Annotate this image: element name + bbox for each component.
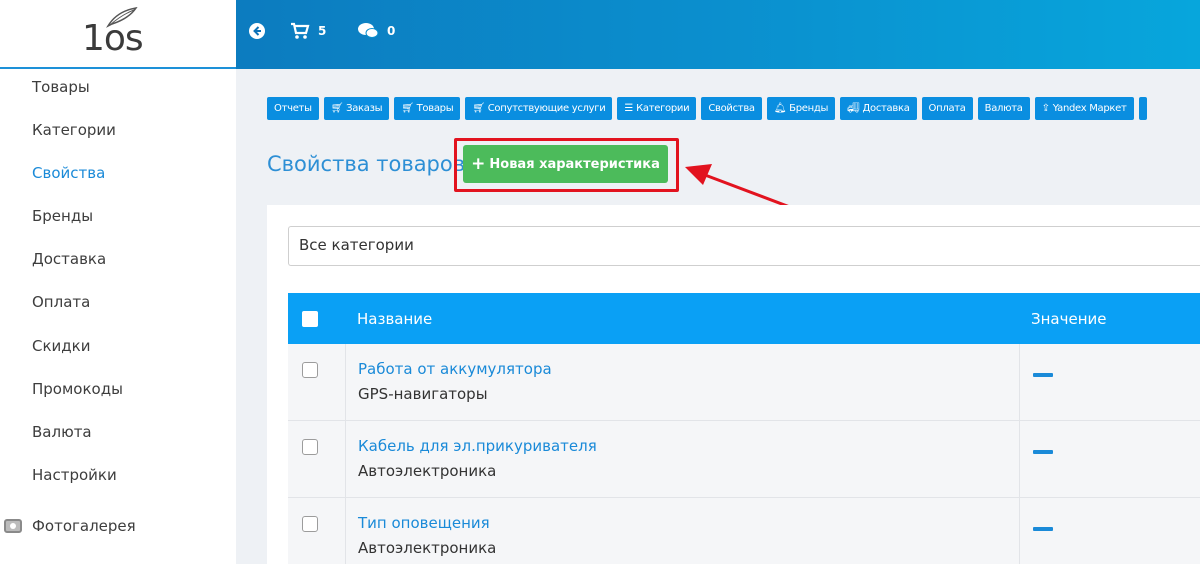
nav-orders-button[interactable]: 🛒︎ Заказы [323, 97, 390, 120]
property-value [1033, 527, 1053, 531]
property-name-link[interactable]: Тип оповещения [358, 514, 490, 532]
table-row: Работа от аккумулятора GPS-навигаторы [288, 344, 1200, 421]
cart-icon: 🛒︎ [401, 103, 414, 114]
page-title: Свойства товаров [267, 152, 466, 176]
cart-icon: 🛒︎ [330, 103, 344, 114]
messages-button[interactable]: 0 [357, 22, 395, 40]
nav-more-button[interactable] [1138, 97, 1147, 120]
nav-products-button[interactable]: 🛒︎ Товары [394, 97, 461, 120]
nav-services-button[interactable]: 🛒︎ Сопутствующие услуги [465, 97, 613, 120]
row-checkbox[interactable] [302, 439, 318, 455]
nav-delivery-button[interactable]: 🚚︎ Доставка [840, 97, 917, 120]
camera-icon [4, 519, 22, 533]
table-row: Тип оповещения Автоэлектроника [288, 498, 1200, 564]
nav-properties-button[interactable]: Свойства [701, 97, 762, 120]
messages-count: 0 [387, 24, 396, 38]
sidebar-item-currency[interactable]: Валюта [32, 423, 92, 441]
upload-icon: ⇪ [1041, 103, 1050, 114]
truck-icon: 🚚︎ [847, 103, 860, 114]
nav-payment-button[interactable]: Оплата [921, 97, 973, 120]
nav-currency-button[interactable]: Валюта [977, 97, 1030, 120]
logo-area[interactable]: 1os [0, 0, 236, 69]
cart-button[interactable]: 5 [290, 22, 326, 40]
property-category: Автоэлектроника [358, 539, 497, 557]
sidebar-item-categories[interactable]: Категории [32, 121, 116, 139]
property-value [1033, 450, 1053, 454]
nav-yandex-market-button[interactable]: ⇪ Yandex Маркет [1034, 97, 1134, 120]
sidebar-item-brands[interactable]: Бренды [32, 207, 93, 225]
cart-count: 5 [318, 24, 327, 38]
property-name-link[interactable]: Кабель для эл.прикуривателя [358, 437, 597, 455]
highlight-frame [454, 138, 679, 192]
row-checkbox[interactable] [302, 516, 318, 532]
sidebar-item-properties[interactable]: Свойства [32, 164, 105, 182]
row-checkbox[interactable] [302, 362, 318, 378]
bell-icon: 🔔︎ [773, 103, 787, 114]
cart-icon [291, 22, 310, 39]
nav-brands-button[interactable]: 🔔︎ Бренды [766, 97, 836, 120]
table-row: Кабель для эл.прикуривателя Автоэлектрон… [288, 421, 1200, 498]
column-header-name[interactable]: Название [357, 310, 432, 328]
list-icon: ☰ [624, 103, 634, 114]
logo: 1os [82, 18, 144, 59]
sidebar-gallery-label: Фотогалерея [32, 517, 136, 535]
sidebar-item-discounts[interactable]: Скидки [32, 337, 90, 355]
sidebar: Товары Категории Свойства Бренды Доставк… [0, 69, 236, 564]
arrow-left-circle-icon [249, 23, 265, 39]
nav-reports-button[interactable]: Отчеты [267, 97, 319, 120]
sidebar-item-gallery[interactable]: Фотогалерея [4, 517, 136, 535]
sidebar-item-promocodes[interactable]: Промокоды [32, 380, 123, 398]
section-nav: Отчеты 🛒︎ Заказы 🛒︎ Товары 🛒︎ Сопутствующие… [267, 97, 1152, 120]
nav-categories-button[interactable]: ☰ Категории [617, 97, 697, 120]
column-header-value[interactable]: Значение [1031, 310, 1107, 328]
select-all-checkbox[interactable] [302, 311, 318, 327]
sidebar-item-settings[interactable]: Настройки [32, 466, 117, 484]
cart-icon: 🛒︎ [472, 103, 485, 114]
property-category: GPS-навигаторы [358, 385, 488, 403]
sidebar-item-products[interactable]: Товары [32, 78, 90, 96]
sidebar-item-payment[interactable]: Оплата [32, 293, 90, 311]
sidebar-item-delivery[interactable]: Доставка [32, 250, 106, 268]
comments-icon [358, 23, 379, 38]
back-button[interactable] [248, 22, 266, 40]
property-value [1033, 373, 1053, 377]
property-name-link[interactable]: Работа от аккумулятора [358, 360, 552, 378]
property-category: Автоэлектроника [358, 462, 497, 480]
category-select[interactable]: Все категории [288, 226, 1200, 266]
